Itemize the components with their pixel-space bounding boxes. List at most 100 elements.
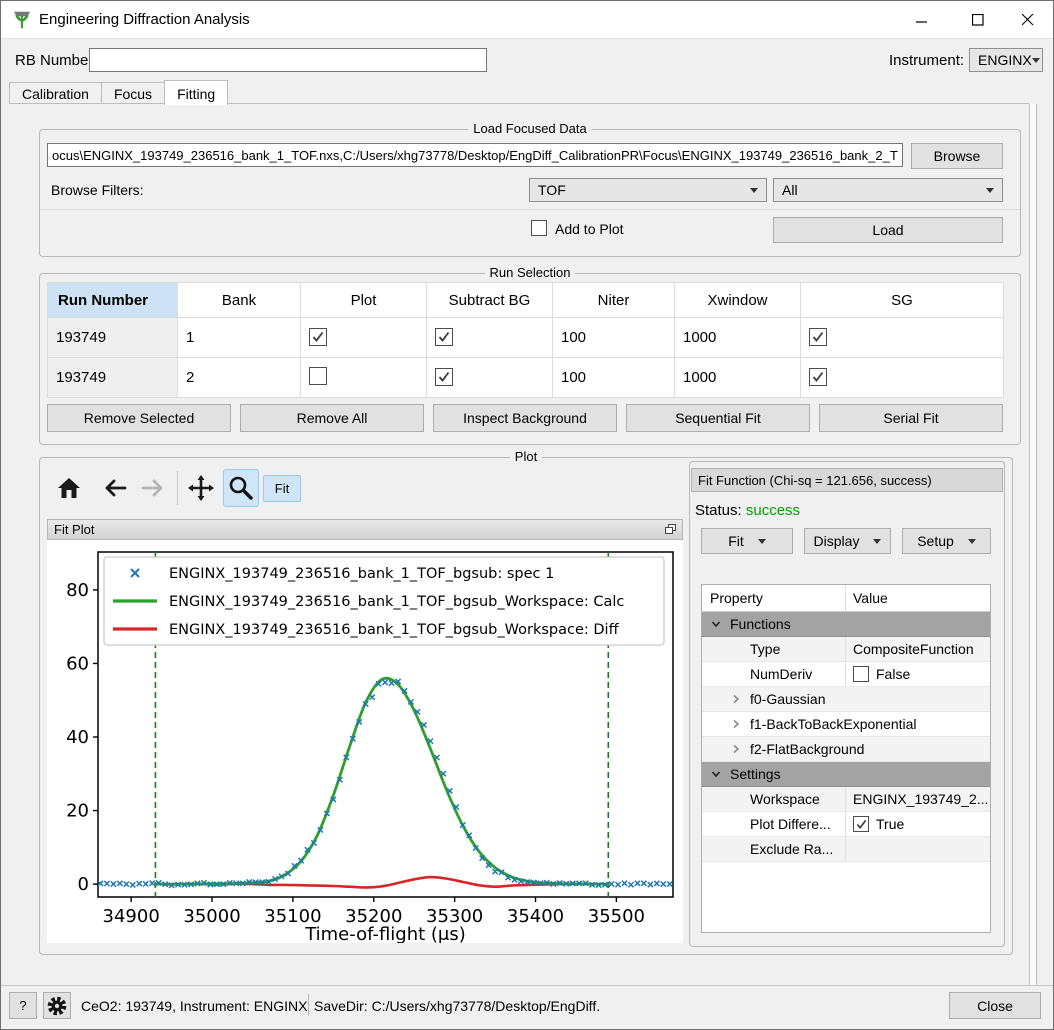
cell-sg[interactable] xyxy=(801,318,1004,358)
remove-selected-button[interactable]: Remove Selected xyxy=(47,404,231,432)
column-header-subtract-bg[interactable]: Subtract BG xyxy=(427,283,553,318)
plot-pan-button[interactable] xyxy=(183,469,219,507)
chevron-down-icon[interactable] xyxy=(710,768,722,780)
window-title: Engineering Diffraction Analysis xyxy=(39,11,250,28)
sg-checkbox[interactable] xyxy=(809,328,827,346)
maximize-button[interactable] xyxy=(955,1,1001,38)
rb-number-input[interactable] xyxy=(89,48,487,72)
subtract-bg-checkbox[interactable] xyxy=(435,368,453,386)
plot-zoom-button[interactable] xyxy=(223,469,259,507)
cell-plot[interactable] xyxy=(301,318,427,358)
run-selection-title: Run Selection xyxy=(40,265,1020,280)
minimize-icon xyxy=(916,14,928,26)
chevron-right-icon[interactable] xyxy=(730,693,742,705)
plot-checkbox[interactable] xyxy=(309,328,327,346)
chevron-down-icon[interactable] xyxy=(710,618,722,630)
fit-dropdown-button[interactable]: Fit xyxy=(701,528,793,554)
browse-button[interactable]: Browse xyxy=(911,143,1003,169)
load-button[interactable]: Load xyxy=(773,217,1003,243)
plot-home-button[interactable] xyxy=(51,469,87,507)
tree-prop-type[interactable]: TypeCompositeFunction xyxy=(702,637,990,662)
cell[interactable]: 1 xyxy=(178,318,301,358)
cell[interactable]: 1000 xyxy=(675,358,801,398)
instrument-value: ENGINX xyxy=(978,52,1032,68)
legend-label: ENGINX_193749_236516_bank_1_TOF_bgsub_Wo… xyxy=(169,594,624,610)
settings-button[interactable] xyxy=(43,992,71,1019)
vertical-scrollbar[interactable] xyxy=(1029,104,1037,985)
minimize-button[interactable] xyxy=(899,1,945,38)
tree-col-value[interactable]: Value xyxy=(853,590,888,606)
y-tick-label: 0 xyxy=(78,874,89,895)
load-group-separator xyxy=(40,209,1020,210)
tree-group-f0-gaussian[interactable]: f0-Gaussian xyxy=(702,687,990,712)
close-window-button[interactable] xyxy=(1005,1,1051,38)
column-header-xwindow[interactable]: Xwindow xyxy=(675,283,801,318)
cell[interactable]: 193749 xyxy=(48,358,178,398)
column-header-bank[interactable]: Bank xyxy=(178,283,301,318)
sequential-fit-button[interactable]: Sequential Fit xyxy=(626,404,810,432)
plot-checkbox[interactable] xyxy=(309,367,327,385)
tree-section-functions[interactable]: Functions xyxy=(702,612,990,637)
chevron-right-icon[interactable] xyxy=(730,743,742,755)
column-header-niter[interactable]: Niter xyxy=(553,283,675,318)
cell-sg[interactable] xyxy=(801,358,1004,398)
setup-dropdown-button[interactable]: Setup xyxy=(902,528,991,554)
plot-fit-toggle[interactable]: Fit xyxy=(263,475,301,502)
cell[interactable]: 100 xyxy=(553,318,675,358)
filter-unit-select[interactable]: TOF xyxy=(529,178,767,202)
cell[interactable]: 100 xyxy=(553,358,675,398)
forward-arrow-icon xyxy=(139,475,167,501)
add-to-plot-checkbox[interactable] xyxy=(531,220,547,236)
cell-plot[interactable] xyxy=(301,358,427,398)
run-selection-table: Run NumberBankPlotSubtract BGNiterXwindo… xyxy=(47,282,1004,398)
tree-prop-plot-differe-[interactable]: Plot Differe...True xyxy=(702,812,990,837)
remove-all-button[interactable]: Remove All xyxy=(240,404,424,432)
chevron-right-icon[interactable] xyxy=(730,718,742,730)
close-button[interactable]: Close xyxy=(949,992,1041,1019)
tab-focus[interactable]: Focus xyxy=(101,82,165,103)
tab-calibration[interactable]: Calibration xyxy=(9,82,102,103)
focused-data-path-input[interactable] xyxy=(47,143,903,167)
serial-fit-button[interactable]: Serial Fit xyxy=(819,404,1003,432)
instrument-select[interactable]: ENGINX xyxy=(969,48,1043,72)
x-tick-label: 34900 xyxy=(103,906,160,927)
value-checkbox[interactable] xyxy=(853,816,869,832)
cell[interactable]: 2 xyxy=(178,358,301,398)
cell[interactable]: 1000 xyxy=(675,318,801,358)
cell[interactable]: 193749 xyxy=(48,318,178,358)
fit-plot-canvas[interactable]: 3490035000351003520035300354003550002040… xyxy=(47,540,683,943)
app-logo-icon xyxy=(11,9,33,31)
cell-subtract-bg[interactable] xyxy=(427,318,553,358)
fit-property-tree: Property Value FunctionsTypeCompositeFunct… xyxy=(701,584,991,933)
tab-fitting[interactable]: Fitting xyxy=(164,80,228,105)
tree-section-settings[interactable]: Settings xyxy=(702,762,990,787)
display-dropdown-button[interactable]: Display xyxy=(804,528,891,554)
table-row[interactable]: 1937491 1001000 xyxy=(48,318,1004,358)
table-row[interactable]: 1937492 1001000 xyxy=(48,358,1004,398)
tree-prop-workspace[interactable]: WorkspaceENGINX_193749_2... xyxy=(702,787,990,812)
filter-region-select[interactable]: All xyxy=(773,178,1003,202)
plot-forward-button[interactable] xyxy=(135,469,171,507)
tree-prop-exclude-ra-[interactable]: Exclude Ra... xyxy=(702,837,990,862)
app-window: Engineering Diffraction Analysis RB Numb… xyxy=(0,0,1054,1030)
cell-subtract-bg[interactable] xyxy=(427,358,553,398)
home-icon xyxy=(56,475,82,501)
tree-prop-numderiv[interactable]: NumDerivFalse xyxy=(702,662,990,687)
chevron-down-icon xyxy=(968,539,976,544)
float-dock-icon[interactable] xyxy=(665,524,676,535)
help-button[interactable]: ? xyxy=(9,992,37,1019)
column-header-sg[interactable]: SG xyxy=(801,283,1004,318)
plot-back-button[interactable] xyxy=(97,469,133,507)
value-checkbox[interactable] xyxy=(853,666,869,682)
column-header-plot[interactable]: Plot xyxy=(301,283,427,318)
sg-checkbox[interactable] xyxy=(809,368,827,386)
tree-group-f2-flatbackground[interactable]: f2-FlatBackground xyxy=(702,737,990,762)
subtract-bg-checkbox[interactable] xyxy=(435,328,453,346)
inspect-background-button[interactable]: Inspect Background xyxy=(433,404,617,432)
tab-bar: CalibrationFocusFitting xyxy=(9,80,227,104)
title-bar[interactable]: Engineering Diffraction Analysis xyxy=(1,1,1053,39)
fit-plot-dock-titlebar[interactable]: Fit Plot xyxy=(47,519,683,540)
tree-col-property[interactable]: Property xyxy=(702,590,763,606)
column-header-run-number[interactable]: Run Number xyxy=(48,283,178,318)
tree-group-f1-backtobackexponential[interactable]: f1-BackToBackExponential xyxy=(702,712,990,737)
